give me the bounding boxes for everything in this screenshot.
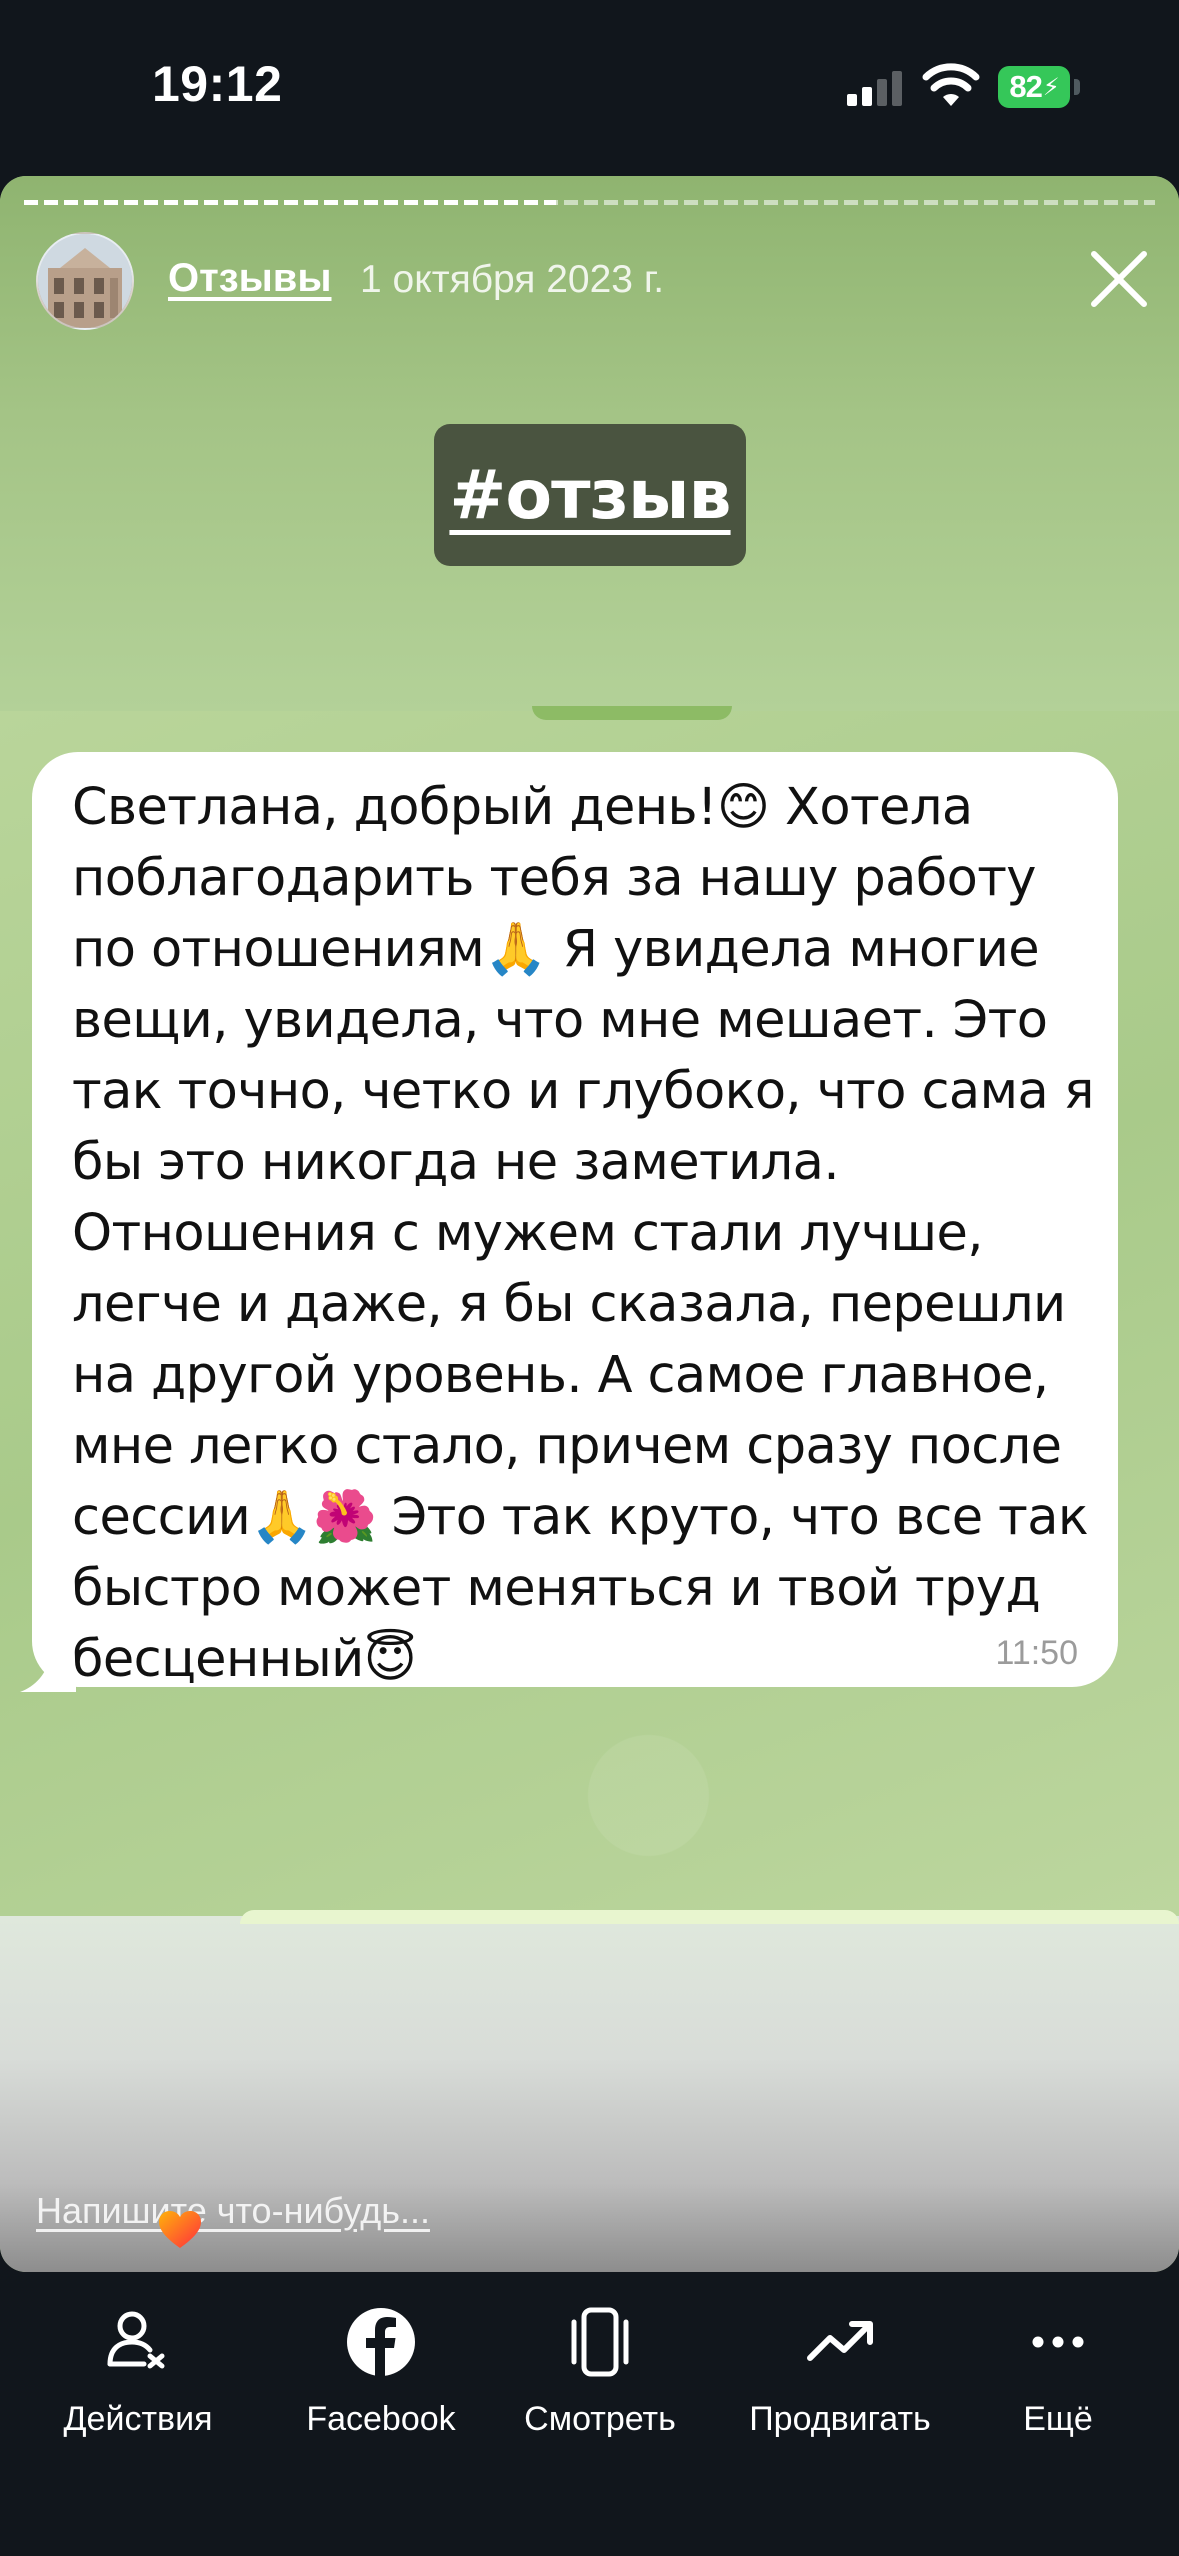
- building-image: [38, 234, 132, 328]
- nav-watch[interactable]: Смотреть: [500, 2302, 700, 2439]
- promote-icon: [807, 2321, 873, 2361]
- hashtag-text: #отзыв: [449, 455, 731, 535]
- channel-name-link[interactable]: Отзывы: [168, 256, 332, 301]
- bottom-navigation: Действия Facebook Смотреть Продвигать Ещ…: [0, 2272, 1179, 2556]
- watch-icon: [571, 2307, 629, 2377]
- story-progress-bar: [24, 200, 1155, 205]
- nav-facebook[interactable]: Facebook: [281, 2302, 481, 2439]
- story-viewer[interactable]: Отзывы 1 октября 2023 г. #отзыв Светлана…: [0, 176, 1179, 2272]
- wifi-icon: [922, 63, 980, 106]
- battery-level: 82 ⚡: [998, 66, 1070, 108]
- message-time: 11:50: [995, 1634, 1078, 1672]
- heart-icon[interactable]: [158, 2210, 202, 2250]
- charging-bolt-icon: ⚡: [1042, 73, 1060, 101]
- actions-icon: [107, 2311, 165, 2369]
- nav-actions-label: Действия: [63, 2400, 213, 2438]
- nav-more[interactable]: Ещё: [958, 2302, 1158, 2439]
- nav-more-label: Ещё: [1023, 2400, 1093, 2438]
- nav-promote-label: Продвигать: [749, 2400, 931, 2438]
- facebook-icon: [347, 2308, 415, 2376]
- status-time: 19:12: [152, 56, 283, 112]
- chat-previous-message-edge: [532, 706, 732, 720]
- status-bar: 19:12 82 ⚡: [0, 0, 1179, 175]
- battery-cap: [1074, 79, 1080, 95]
- reply-input[interactable]: Напишите что-нибудь...: [36, 2190, 430, 2232]
- progress-fill: [24, 200, 556, 205]
- close-icon[interactable]: [1088, 248, 1150, 310]
- post-date: 1 октября 2023 г.: [360, 258, 665, 301]
- nav-promote[interactable]: Продвигать: [740, 2302, 940, 2439]
- message-bubble: Светлана, добрый день!😊 Хотела поблагода…: [32, 752, 1118, 1689]
- nav-watch-label: Смотреть: [524, 2400, 676, 2438]
- hashtag-sticker[interactable]: #отзыв: [434, 424, 746, 566]
- battery-icon: 82 ⚡: [998, 66, 1082, 108]
- more-icon: [1032, 2336, 1084, 2348]
- battery-percent: 82: [1009, 69, 1042, 104]
- channel-avatar[interactable]: [36, 232, 134, 330]
- nav-facebook-label: Facebook: [306, 2400, 456, 2438]
- chat-next-message-edge: [240, 1910, 1179, 1924]
- nav-actions[interactable]: Действия: [38, 2302, 238, 2439]
- signal-icon: [847, 71, 902, 106]
- message-text: Светлана, добрый день!😊 Хотела поблагода…: [72, 778, 1094, 1689]
